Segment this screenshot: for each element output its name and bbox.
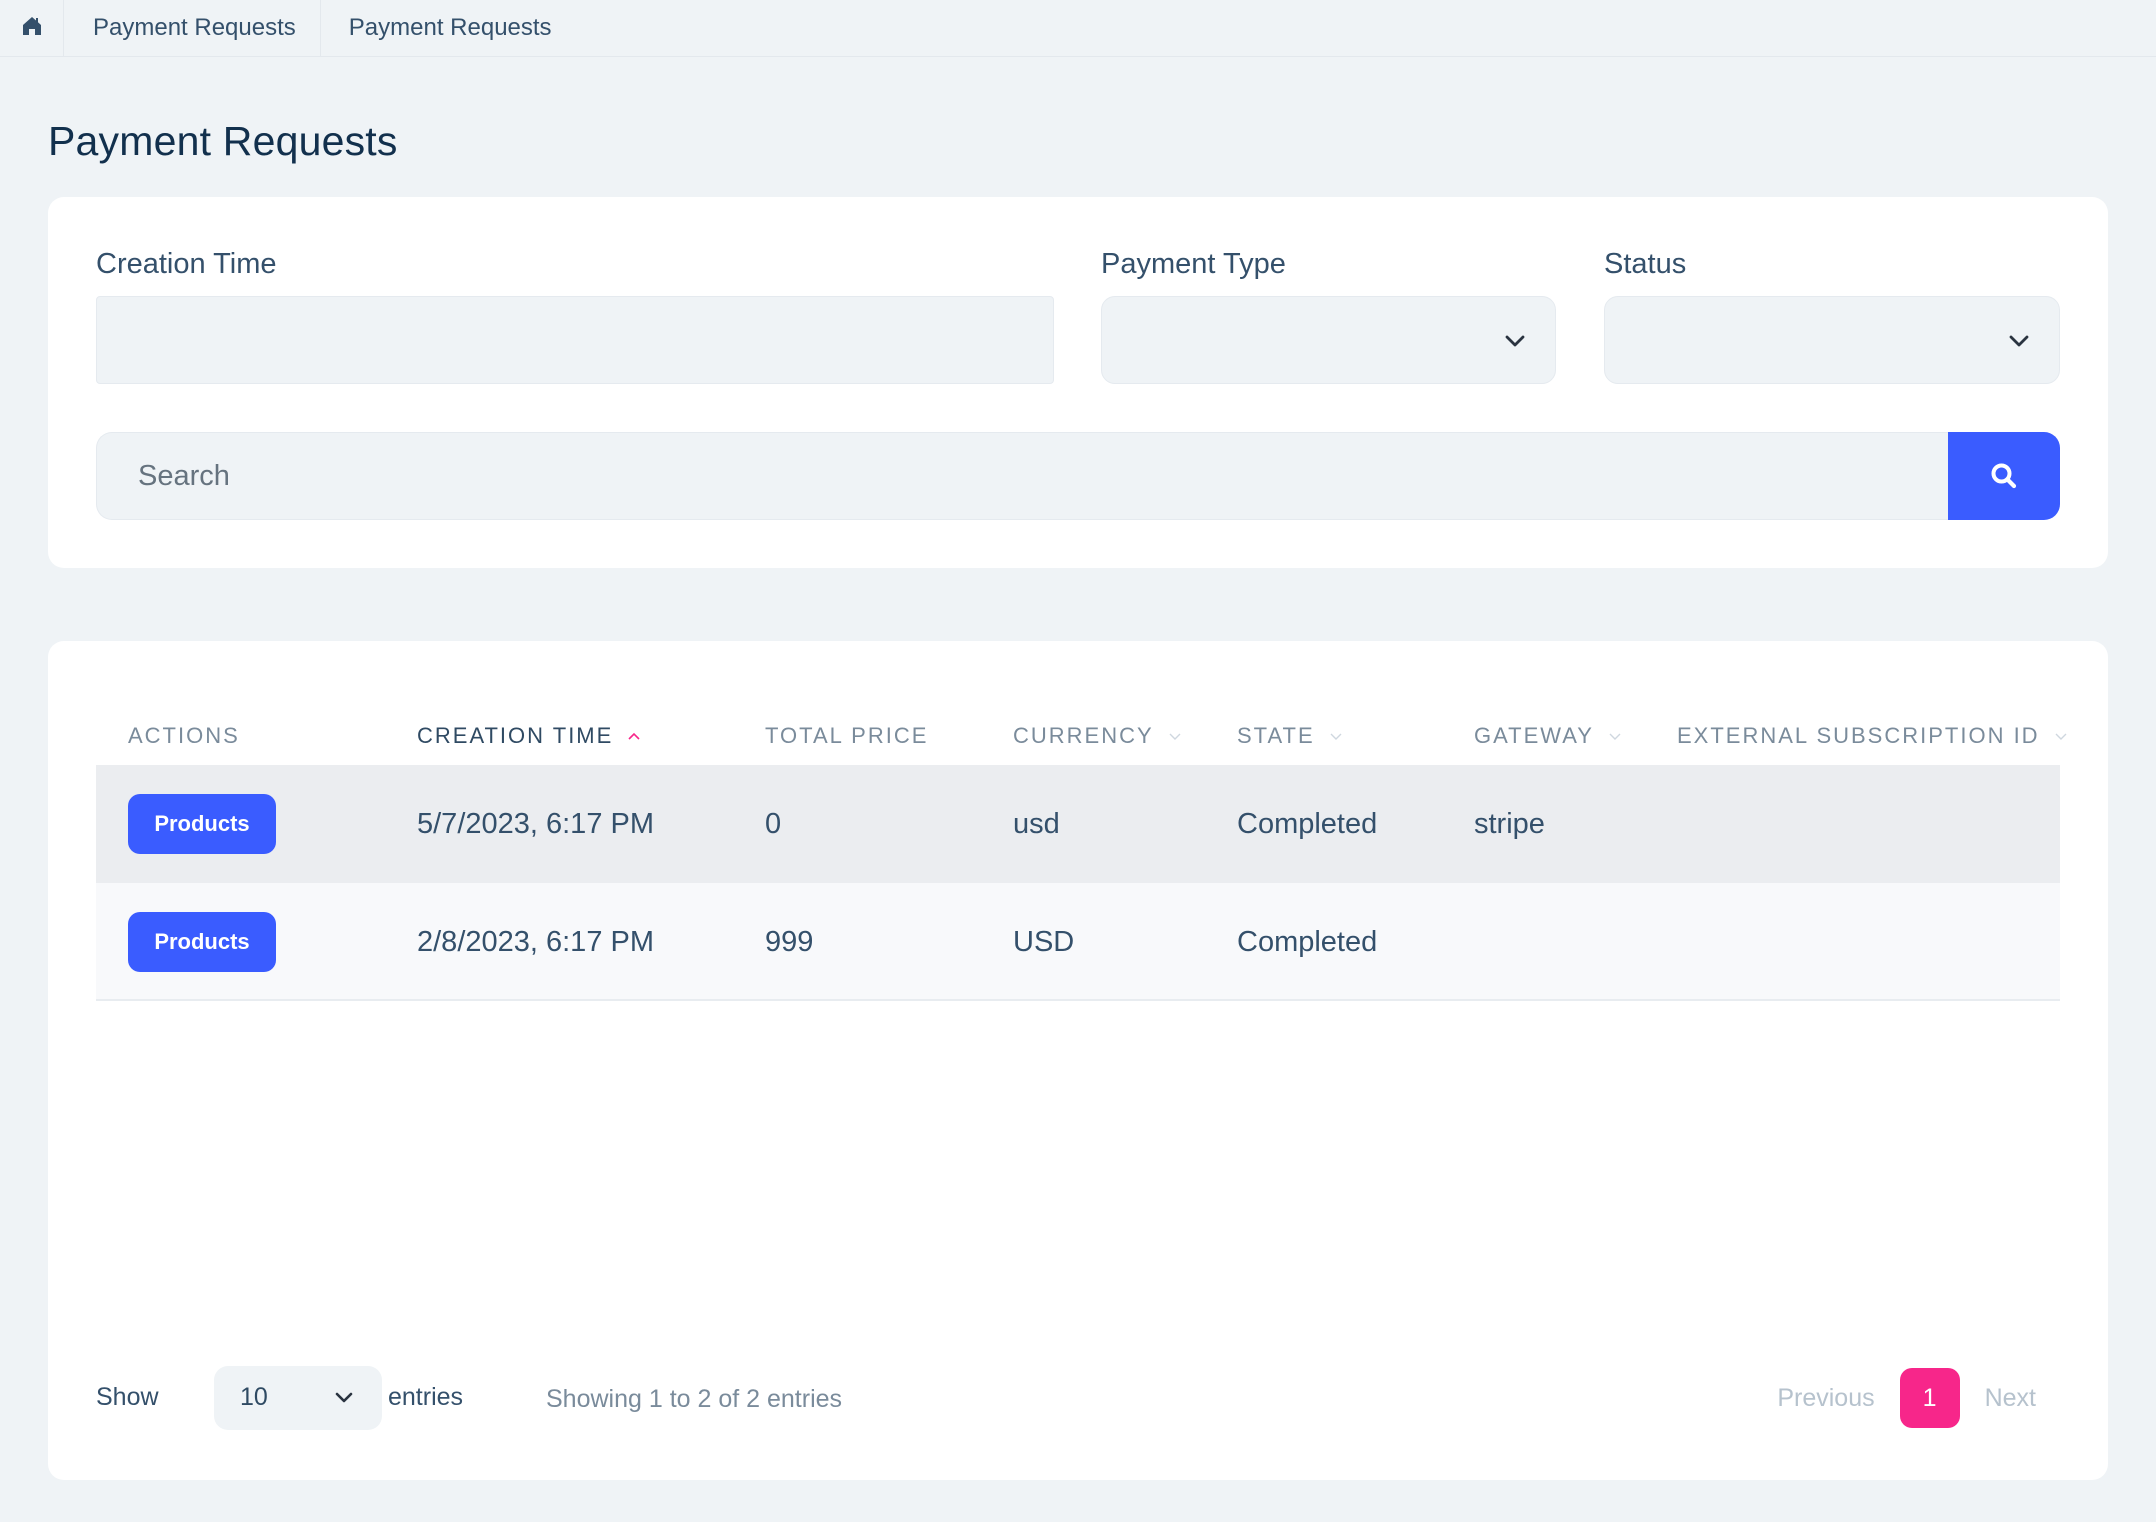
pagination: Previous 1 Next xyxy=(1777,1366,2036,1430)
column-state[interactable]: STATE xyxy=(1237,723,1343,749)
sort-ascending-icon xyxy=(628,732,640,740)
entries-label: entries xyxy=(388,1383,464,1411)
sort-icon xyxy=(1169,733,1181,740)
payment-type-label: Payment Type xyxy=(1101,248,1286,280)
products-button[interactable]: Products xyxy=(128,794,276,854)
chevron-down-icon xyxy=(1505,335,1525,347)
column-external-subscription-id[interactable]: EXTERNAL SUBSCRIPTION ID xyxy=(1677,723,2068,749)
next-page-button[interactable]: Next xyxy=(1985,1384,2036,1413)
cell-total-price: 0 xyxy=(765,807,782,840)
home-icon xyxy=(21,15,43,42)
payment-requests-table: ACTIONS CREATION TIME TOTAL PRICE CURREN… xyxy=(48,641,2108,1480)
cell-total-price: 999 xyxy=(765,925,814,958)
status-label: Status xyxy=(1604,248,1687,280)
breadcrumb-item-payment-requests[interactable]: Payment Requests xyxy=(64,0,321,56)
cell-state: Completed xyxy=(1237,925,1378,958)
cell-currency: USD xyxy=(1013,925,1075,958)
filter-card: Creation Time Payment Type Status xyxy=(48,197,2108,568)
breadcrumb: Payment Requests Payment Requests xyxy=(0,0,2156,57)
status-select[interactable] xyxy=(1604,296,2060,384)
cell-currency: usd xyxy=(1013,807,1060,840)
previous-page-button[interactable]: Previous xyxy=(1777,1384,1874,1413)
column-total-price: TOTAL PRICE xyxy=(765,723,929,748)
cell-gateway: stripe xyxy=(1474,807,1545,840)
cell-creation-time: 2/8/2023, 6:17 PM xyxy=(417,925,654,958)
creation-time-label: Creation Time xyxy=(96,248,277,280)
search-icon xyxy=(1991,463,2017,489)
sort-icon xyxy=(2055,733,2067,740)
page-button-current[interactable]: 1 xyxy=(1899,1368,1960,1428)
sort-icon xyxy=(1609,733,1621,740)
table-header: ACTIONS CREATION TIME TOTAL PRICE CURREN… xyxy=(96,703,2067,765)
column-currency[interactable]: CURRENCY xyxy=(1013,723,1182,749)
table-footer: Show 10 entries Showing 1 to 2 of 2 entr… xyxy=(96,1366,2060,1430)
search-input[interactable] xyxy=(96,432,1948,520)
page-title: Payment Requests xyxy=(48,118,398,164)
sort-icon xyxy=(1330,733,1342,740)
search-bar xyxy=(96,432,2060,520)
products-button[interactable]: Products xyxy=(128,912,276,972)
payment-type-select[interactable] xyxy=(1101,296,1556,384)
chevron-down-icon xyxy=(335,1392,353,1403)
search-button[interactable] xyxy=(1948,432,2060,520)
column-gateway[interactable]: GATEWAY xyxy=(1474,723,1622,749)
show-label: Show xyxy=(96,1383,159,1411)
chevron-down-icon xyxy=(2009,335,2029,347)
page-length-value: 10 xyxy=(240,1383,268,1411)
table-row: Products 2/8/2023, 6:17 PM 999 USD Compl… xyxy=(96,883,2060,1001)
breadcrumb-home[interactable] xyxy=(0,0,64,56)
creation-time-input[interactable] xyxy=(96,296,1054,384)
column-actions: ACTIONS xyxy=(128,723,240,748)
cell-state: Completed xyxy=(1237,807,1378,840)
column-creation-time[interactable]: CREATION TIME xyxy=(417,723,641,749)
table-info: Showing 1 to 2 of 2 entries xyxy=(546,1385,843,1413)
page-length-select[interactable]: 10 xyxy=(214,1366,382,1430)
cell-creation-time: 5/7/2023, 6:17 PM xyxy=(417,807,654,840)
table-row: Products 5/7/2023, 6:17 PM 0 usd Complet… xyxy=(96,765,2060,883)
breadcrumb-item-current: Payment Requests xyxy=(348,14,552,41)
